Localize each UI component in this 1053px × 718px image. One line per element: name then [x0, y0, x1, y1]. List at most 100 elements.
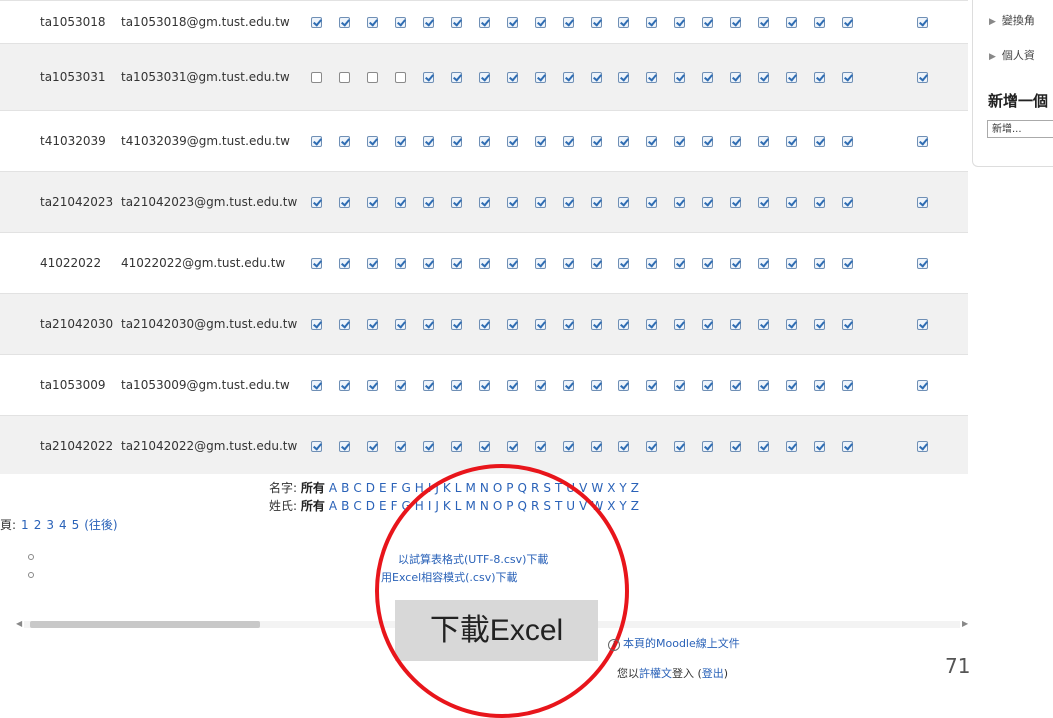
- checked-checkbox-icon[interactable]: [842, 197, 853, 208]
- checked-checkbox-icon[interactable]: [311, 441, 322, 452]
- logout-link[interactable]: 登出: [702, 667, 724, 680]
- checked-checkbox-icon[interactable]: [395, 17, 406, 28]
- checked-checkbox-icon[interactable]: [814, 72, 825, 83]
- checked-checkbox-icon[interactable]: [451, 197, 462, 208]
- page-link[interactable]: 2: [34, 518, 42, 532]
- letter-filter-link[interactable]: P: [506, 481, 513, 495]
- checked-checkbox-icon[interactable]: [339, 258, 350, 269]
- checked-checkbox-icon[interactable]: [479, 72, 490, 83]
- checked-checkbox-icon[interactable]: [917, 319, 928, 330]
- letter-filter-link[interactable]: V: [579, 481, 587, 495]
- page-link[interactable]: 5: [72, 518, 80, 532]
- checked-checkbox-icon[interactable]: [730, 258, 741, 269]
- letter-filter-link[interactable]: S: [543, 481, 551, 495]
- letter-filter-link[interactable]: R: [531, 481, 539, 495]
- checked-checkbox-icon[interactable]: [702, 441, 713, 452]
- letter-filter-link[interactable]: Y: [619, 499, 626, 513]
- checked-checkbox-icon[interactable]: [917, 72, 928, 83]
- checked-checkbox-icon[interactable]: [591, 319, 602, 330]
- letter-filter-link[interactable]: V: [579, 499, 587, 513]
- checked-checkbox-icon[interactable]: [451, 136, 462, 147]
- checked-checkbox-icon[interactable]: [311, 17, 322, 28]
- checked-checkbox-icon[interactable]: [917, 258, 928, 269]
- checked-checkbox-icon[interactable]: [674, 258, 685, 269]
- checked-checkbox-icon[interactable]: [618, 258, 629, 269]
- checked-checkbox-icon[interactable]: [367, 380, 378, 391]
- checked-checkbox-icon[interactable]: [730, 319, 741, 330]
- unchecked-checkbox-icon[interactable]: [367, 72, 378, 83]
- checked-checkbox-icon[interactable]: [423, 380, 434, 391]
- checked-checkbox-icon[interactable]: [814, 17, 825, 28]
- checked-checkbox-icon[interactable]: [730, 197, 741, 208]
- checked-checkbox-icon[interactable]: [395, 258, 406, 269]
- checked-checkbox-icon[interactable]: [507, 72, 518, 83]
- checked-checkbox-icon[interactable]: [674, 319, 685, 330]
- letter-filter-link[interactable]: W: [591, 499, 603, 513]
- checked-checkbox-icon[interactable]: [563, 17, 574, 28]
- checked-checkbox-icon[interactable]: [507, 197, 518, 208]
- letter-filter-link[interactable]: Z: [631, 499, 639, 513]
- checked-checkbox-icon[interactable]: [730, 72, 741, 83]
- checked-checkbox-icon[interactable]: [618, 380, 629, 391]
- checked-checkbox-icon[interactable]: [479, 136, 490, 147]
- checked-checkbox-icon[interactable]: [702, 197, 713, 208]
- checked-checkbox-icon[interactable]: [591, 136, 602, 147]
- checked-checkbox-icon[interactable]: [814, 197, 825, 208]
- unchecked-checkbox-icon[interactable]: [339, 72, 350, 83]
- checked-checkbox-icon[interactable]: [814, 319, 825, 330]
- checked-checkbox-icon[interactable]: [814, 258, 825, 269]
- checked-checkbox-icon[interactable]: [917, 441, 928, 452]
- checked-checkbox-icon[interactable]: [618, 319, 629, 330]
- checked-checkbox-icon[interactable]: [646, 258, 657, 269]
- letter-filter-link[interactable]: H: [415, 481, 424, 495]
- checked-checkbox-icon[interactable]: [702, 380, 713, 391]
- checked-checkbox-icon[interactable]: [842, 380, 853, 391]
- checked-checkbox-icon[interactable]: [339, 197, 350, 208]
- checked-checkbox-icon[interactable]: [646, 380, 657, 391]
- checked-checkbox-icon[interactable]: [917, 380, 928, 391]
- sidebar-item-profile[interactable]: ▶ 個人資: [989, 47, 1035, 63]
- checked-checkbox-icon[interactable]: [311, 136, 322, 147]
- checked-checkbox-icon[interactable]: [730, 441, 741, 452]
- checked-checkbox-icon[interactable]: [479, 441, 490, 452]
- letter-filter-link[interactable]: U: [566, 481, 575, 495]
- unchecked-checkbox-icon[interactable]: [311, 72, 322, 83]
- checked-checkbox-icon[interactable]: [507, 17, 518, 28]
- letter-filter-link[interactable]: T: [555, 481, 562, 495]
- checked-checkbox-icon[interactable]: [618, 197, 629, 208]
- checked-checkbox-icon[interactable]: [367, 441, 378, 452]
- letter-filter-link[interactable]: Q: [518, 481, 527, 495]
- checked-checkbox-icon[interactable]: [563, 258, 574, 269]
- checked-checkbox-icon[interactable]: [674, 17, 685, 28]
- checked-checkbox-icon[interactable]: [786, 441, 797, 452]
- checked-checkbox-icon[interactable]: [451, 17, 462, 28]
- download-csv-utf8-link[interactable]: 以試算表格式(UTF-8.csv)下載: [398, 551, 548, 567]
- checked-checkbox-icon[interactable]: [479, 258, 490, 269]
- checked-checkbox-icon[interactable]: [646, 72, 657, 83]
- letter-filter-link[interactable]: X: [607, 499, 615, 513]
- page-link[interactable]: 1: [21, 518, 29, 532]
- checked-checkbox-icon[interactable]: [842, 319, 853, 330]
- checked-checkbox-icon[interactable]: [507, 380, 518, 391]
- checked-checkbox-icon[interactable]: [339, 380, 350, 391]
- checked-checkbox-icon[interactable]: [311, 258, 322, 269]
- page-link[interactable]: 4: [59, 518, 67, 532]
- letter-filter-link[interactable]: K: [443, 481, 451, 495]
- checked-checkbox-icon[interactable]: [507, 319, 518, 330]
- letter-filter-link[interactable]: A: [329, 499, 337, 513]
- checked-checkbox-icon[interactable]: [563, 319, 574, 330]
- checked-checkbox-icon[interactable]: [786, 72, 797, 83]
- checked-checkbox-icon[interactable]: [842, 441, 853, 452]
- firstname-filter-all[interactable]: 所有: [301, 481, 325, 495]
- checked-checkbox-icon[interactable]: [674, 136, 685, 147]
- checked-checkbox-icon[interactable]: [917, 17, 928, 28]
- checked-checkbox-icon[interactable]: [758, 258, 769, 269]
- lastname-filter-all[interactable]: 所有: [301, 499, 325, 513]
- letter-filter-link[interactable]: S: [543, 499, 551, 513]
- checked-checkbox-icon[interactable]: [395, 441, 406, 452]
- checked-checkbox-icon[interactable]: [591, 380, 602, 391]
- checked-checkbox-icon[interactable]: [674, 441, 685, 452]
- checked-checkbox-icon[interactable]: [814, 136, 825, 147]
- checked-checkbox-icon[interactable]: [814, 441, 825, 452]
- sidebar-item-switch-role[interactable]: ▶ 變換角: [989, 12, 1035, 28]
